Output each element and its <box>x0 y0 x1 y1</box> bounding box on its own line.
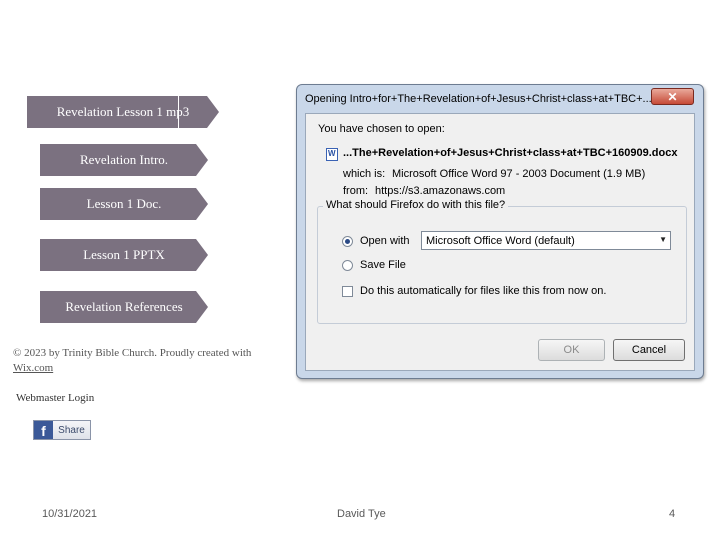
word-document-icon <box>326 148 338 161</box>
nav-label: Lesson 1 Doc. <box>86 196 162 211</box>
share-label: Share <box>58 424 85 436</box>
close-button[interactable]: ✕ <box>651 88 694 105</box>
dropdown-arrow-icon: ▼ <box>659 235 667 244</box>
ok-button[interactable]: OK <box>538 339 605 361</box>
action-group: What should Firefox do with this file? O… <box>317 199 687 324</box>
dialog-title: Opening Intro+for+The+Revelation+of+Jesu… <box>305 93 652 105</box>
action-group-label: What should Firefox do with this file? <box>323 199 509 211</box>
nav-button-revelation-references[interactable]: Revelation References <box>40 291 208 323</box>
webmaster-login-link[interactable]: Webmaster Login <box>16 392 94 404</box>
slide-author: David Tye <box>337 508 386 520</box>
nav-button-revelation-lesson-1-mp3[interactable]: Revelation Lesson 1 mp3 <box>27 96 219 128</box>
close-icon: ✕ <box>667 89 678 104</box>
from-label: from: <box>343 185 369 197</box>
nav-label: Revelation Lesson 1 mp3 <box>56 104 167 119</box>
facebook-icon: f <box>34 421 53 439</box>
nav-label: Lesson 1 PPTX <box>83 247 165 262</box>
open-with-label[interactable]: Open with <box>360 235 410 247</box>
facebook-share-button[interactable]: f Share <box>33 420 91 440</box>
auto-checkbox-label[interactable]: Do this automatically for files like thi… <box>360 285 606 297</box>
nav-button-lesson-1-pptx[interactable]: Lesson 1 PPTX <box>40 239 208 271</box>
nav-label: Revelation Intro. <box>79 152 169 167</box>
download-dialog: Opening Intro+for+The+Revelation+of+Jesu… <box>296 84 704 379</box>
file-type-value: Microsoft Office Word 97 - 2003 Document… <box>392 168 646 180</box>
from-value: https://s3.amazonaws.com <box>375 185 506 197</box>
open-with-select-value: Microsoft Office Word (default) <box>426 235 575 247</box>
auto-checkbox[interactable] <box>342 286 353 297</box>
dialog-titlebar[interactable]: Opening Intro+for+The+Revelation+of+Jesu… <box>297 85 703 113</box>
nav-label: Revelation References <box>65 299 183 314</box>
wix-link[interactable]: Wix.com <box>13 362 53 374</box>
save-file-label[interactable]: Save File <box>360 259 406 271</box>
dialog-body: You have chosen to open: ...The+Revelati… <box>305 113 695 371</box>
open-with-select[interactable]: Microsoft Office Word (default) ▼ <box>421 231 671 250</box>
chosen-label: You have chosen to open: <box>318 123 445 135</box>
slide-page-number: 4 <box>669 508 676 520</box>
which-is-label: which is: <box>343 168 386 180</box>
nav-separator <box>178 96 179 128</box>
file-name: ...The+Revelation+of+Jesus+Christ+class+… <box>343 147 678 159</box>
save-file-radio[interactable] <box>342 260 353 271</box>
slide-date: 10/31/2021 <box>42 508 98 520</box>
nav-button-lesson-1-doc[interactable]: Lesson 1 Doc. <box>40 188 208 220</box>
copyright-text: © 2023 by Trinity Bible Church. Proudly … <box>13 347 252 374</box>
nav-button-revelation-intro[interactable]: Revelation Intro. <box>40 144 208 176</box>
cancel-button[interactable]: Cancel <box>613 339 685 361</box>
open-with-radio[interactable] <box>342 236 353 247</box>
